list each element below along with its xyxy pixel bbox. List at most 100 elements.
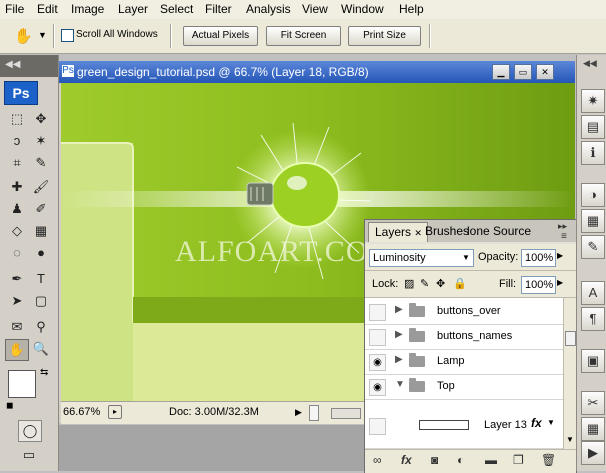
fill-input[interactable]: 100% (521, 276, 556, 294)
channels-icon[interactable]: ▦ (581, 417, 605, 441)
character-icon[interactable]: A (581, 281, 605, 305)
slice-tool-icon[interactable]: ✎ (30, 153, 52, 173)
quick-mask-icon[interactable]: ◯ (18, 420, 42, 442)
marquee-tool-icon[interactable]: ⬚ (6, 109, 28, 129)
add-style-icon[interactable]: fx (401, 453, 412, 467)
screen-mode-icon[interactable]: ▭ (18, 445, 40, 465)
fill-slider-icon[interactable]: ▶ (557, 278, 563, 287)
chevron-down-icon[interactable]: ▼ (38, 30, 47, 40)
visibility-toggle[interactable] (369, 304, 386, 321)
status-menu-icon[interactable]: ▸ (108, 405, 122, 419)
layer-row[interactable]: ▶ buttons_names (365, 325, 563, 350)
menu-edit[interactable]: Edit (37, 2, 58, 16)
notes-tool-icon[interactable]: ✉ (6, 317, 28, 337)
maximize-icon[interactable]: ▭ (514, 64, 532, 80)
layer-row[interactable]: Layer 13 fx ▼ (365, 400, 563, 449)
panel-menu-icon[interactable]: ≡ (561, 231, 567, 242)
eraser-tool-icon[interactable]: ◇ (6, 221, 28, 241)
move-tool-icon[interactable]: ✥ (30, 109, 52, 129)
gradient-tool-icon[interactable]: ▦ (30, 221, 52, 241)
navigator-icon[interactable]: ✷ (581, 89, 605, 113)
layer-row[interactable]: ▶ buttons_over (365, 300, 563, 325)
paragraph-icon[interactable]: ¶ (581, 307, 605, 331)
foreground-color-swatch[interactable] (8, 370, 36, 398)
zoom-tool-icon[interactable]: 🔍 (30, 339, 52, 359)
lock-position-icon[interactable]: ✥ (436, 277, 445, 290)
pen-tool-icon[interactable]: ✒ (6, 269, 28, 289)
document-titlebar[interactable]: Ps green_design_tutorial.psd @ 66.7% (La… (59, 61, 575, 83)
fx-icon[interactable]: fx (531, 416, 542, 430)
blur-tool-icon[interactable]: ◌ (6, 243, 28, 263)
lock-transparency-icon[interactable]: ▨ (404, 277, 414, 290)
color-panel-icon[interactable]: ◑ (581, 183, 605, 207)
opacity-input[interactable]: 100% (521, 249, 556, 267)
horizontal-scroll-left[interactable] (309, 405, 319, 421)
visibility-toggle[interactable] (369, 418, 386, 435)
histogram-icon[interactable]: ▤ (581, 115, 605, 139)
expand-icon[interactable]: ▶ (395, 354, 403, 365)
adjustment-layer-icon[interactable]: ◐ (457, 453, 464, 467)
info-icon[interactable]: ℹ (581, 141, 605, 165)
opacity-slider-icon[interactable]: ▶ (557, 251, 563, 260)
menu-analysis[interactable]: Analysis (246, 2, 291, 16)
dodge-tool-icon[interactable]: ● (30, 243, 52, 263)
blend-mode-select[interactable]: Luminosity ▼ (369, 249, 474, 267)
type-tool-icon[interactable]: T (30, 269, 52, 289)
tab-brushes[interactable]: Brushes (425, 222, 469, 241)
healing-brush-icon[interactable]: ✚ (6, 177, 28, 197)
swatches-icon[interactable]: ▦ (581, 209, 605, 233)
ps-logo[interactable]: Ps (4, 81, 38, 105)
layers-scrollbar[interactable]: ▼ (563, 298, 577, 449)
print-size-button[interactable]: Print Size (348, 26, 421, 46)
menu-file[interactable]: File (5, 2, 24, 16)
add-mask-icon[interactable]: ◙ (431, 453, 438, 467)
scroll-thumb[interactable] (565, 331, 576, 346)
magic-wand-icon[interactable]: ✶ (30, 131, 52, 151)
menu-help[interactable]: Help (399, 2, 424, 16)
lasso-tool-icon[interactable]: ↄ (6, 131, 28, 151)
crop-tool-icon[interactable]: ⌗ (6, 153, 28, 173)
toolbox-grip[interactable]: ◀◀ (0, 55, 58, 77)
horizontal-scrollbar[interactable] (331, 408, 361, 419)
link-layers-icon[interactable]: ∞ (373, 453, 382, 467)
menu-select[interactable]: Select (160, 2, 193, 16)
scroll-down-icon[interactable]: ▼ (566, 435, 574, 444)
eye-icon[interactable]: ◉ (369, 354, 386, 371)
shape-tool-icon[interactable]: ▢ (30, 291, 52, 311)
actual-pixels-button[interactable]: Actual Pixels (183, 26, 258, 46)
tools-icon[interactable]: ✂ (581, 391, 605, 415)
tab-clone-source[interactable]: lone Source (467, 222, 531, 241)
menu-filter[interactable]: Filter (205, 2, 232, 16)
lock-all-icon[interactable]: 🔒 (453, 277, 467, 290)
eyedropper-icon[interactable]: ⚲ (30, 317, 52, 337)
hand-tool-active-icon[interactable]: ✋ (5, 339, 29, 361)
zoom-level[interactable]: 66.67% (63, 406, 100, 418)
default-colors-icon[interactable]: ◼ (6, 400, 13, 411)
swap-colors-icon[interactable]: ⇆ (40, 367, 48, 378)
expand-dock-icon[interactable]: ◀◀ (583, 58, 597, 69)
chevron-down-icon[interactable]: ▼ (547, 418, 555, 427)
styles-icon[interactable]: ✎ (581, 235, 605, 259)
new-group-icon[interactable]: ▬ (485, 453, 497, 467)
path-selection-icon[interactable]: ➤ (6, 291, 28, 311)
tab-layers[interactable]: Layers ✕ (368, 222, 428, 242)
delete-layer-icon[interactable]: 🗑 (541, 453, 556, 467)
layer-row[interactable]: ◉ ▼ Top (365, 375, 563, 400)
expand-icon[interactable]: ▶ (395, 304, 403, 315)
tab-close-icon[interactable]: ✕ (414, 228, 422, 238)
expanded-icon[interactable]: ▼ (395, 379, 405, 390)
menu-layer[interactable]: Layer (118, 2, 148, 16)
close-icon[interactable]: ✕ (536, 64, 554, 80)
menu-view[interactable]: View (302, 2, 328, 16)
status-arrow-icon[interactable]: ▶ (295, 407, 302, 418)
scroll-all-checkbox[interactable] (61, 29, 74, 42)
brush-tool-icon[interactable]: 🖌 (30, 177, 52, 197)
expand-icon[interactable]: ▶ (395, 329, 403, 340)
lock-pixels-icon[interactable]: ✎ (420, 277, 429, 290)
menu-window[interactable]: Window (341, 2, 384, 16)
menu-image[interactable]: Image (71, 2, 104, 16)
fit-screen-button[interactable]: Fit Screen (266, 26, 341, 46)
visibility-toggle[interactable] (369, 329, 386, 346)
actions-icon[interactable]: ▶ (581, 441, 605, 465)
minimize-icon[interactable]: ▁ (492, 64, 510, 80)
